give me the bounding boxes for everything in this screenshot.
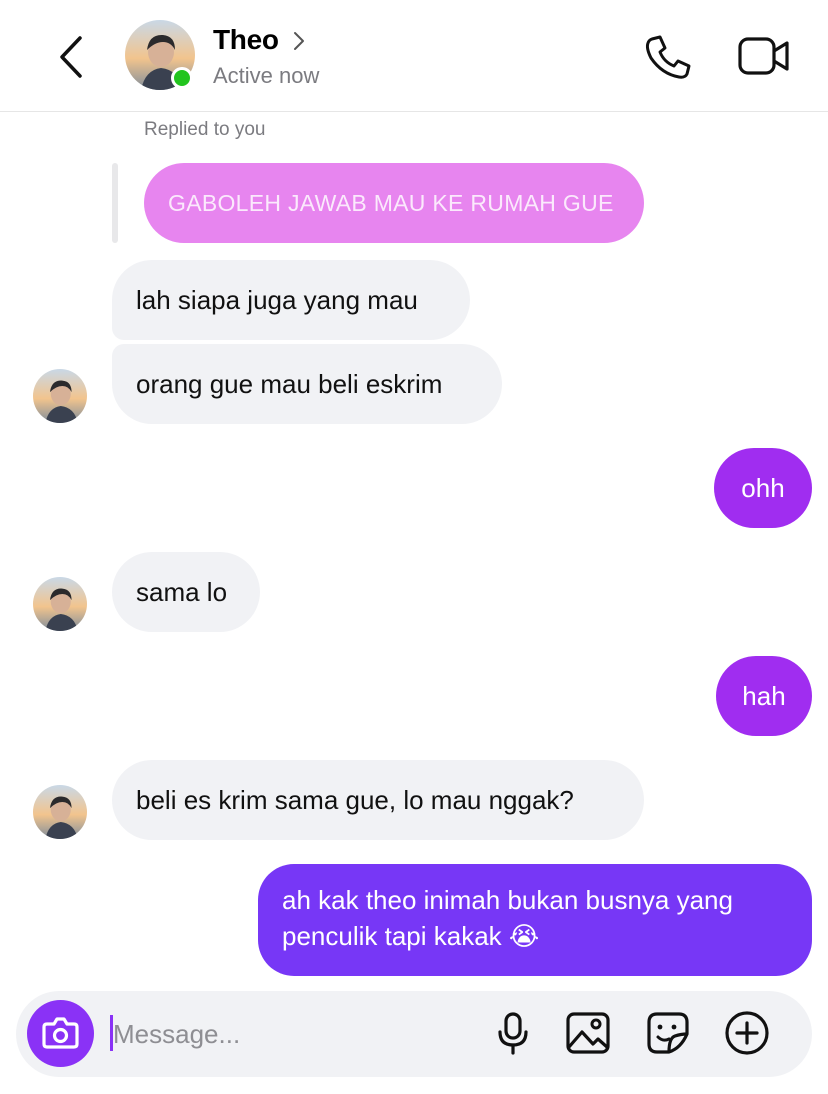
video-call-button[interactable] <box>737 34 791 78</box>
sticker-button[interactable] <box>645 1010 691 1056</box>
outgoing-message[interactable]: ohh <box>714 448 812 528</box>
gallery-button[interactable] <box>565 1010 611 1056</box>
contact-avatar-small[interactable] <box>33 369 87 423</box>
outgoing-message[interactable]: hah <box>716 656 812 736</box>
voice-message-button[interactable] <box>490 1010 536 1056</box>
phone-icon <box>645 35 691 79</box>
video-camera-icon <box>738 37 789 75</box>
audio-call-button[interactable] <box>644 34 692 80</box>
replied-message-quote[interactable]: GABOLEH JAWAB MAU KE RUMAH GUE <box>144 163 644 243</box>
contact-name[interactable]: Theo <box>213 24 279 56</box>
sticker-icon <box>647 1012 689 1054</box>
crying-emoji: 😭 <box>508 922 540 952</box>
reply-indicator-bar <box>112 163 118 243</box>
more-options-button[interactable] <box>724 1010 770 1056</box>
camera-icon <box>42 1017 79 1049</box>
active-status: Active now <box>213 63 320 88</box>
incoming-message[interactable]: beli es krim sama gue, lo mau nggak? <box>112 760 644 840</box>
contact-avatar-small[interactable] <box>33 577 87 631</box>
replied-to-you-label: Replied to you <box>144 119 266 140</box>
incoming-message[interactable]: orang gue mau beli eskrim <box>112 344 502 424</box>
chevron-right-icon[interactable] <box>291 30 307 52</box>
incoming-message[interactable]: sama lo <box>112 552 260 632</box>
camera-button[interactable] <box>27 1000 94 1067</box>
microphone-icon <box>498 1012 528 1055</box>
image-icon <box>566 1012 610 1054</box>
incoming-message[interactable]: lah siapa juga yang mau <box>112 260 470 340</box>
message-input[interactable] <box>113 1012 473 1056</box>
chat-header: Theo Active now <box>0 0 828 112</box>
chevron-left-icon <box>60 36 82 78</box>
contact-avatar-small[interactable] <box>33 785 87 839</box>
back-button[interactable] <box>56 34 88 80</box>
plus-circle-icon <box>725 1011 769 1055</box>
outgoing-message[interactable]: ah kak theo inimah bukan busnya yang pen… <box>258 864 812 976</box>
online-status-dot <box>171 67 193 89</box>
